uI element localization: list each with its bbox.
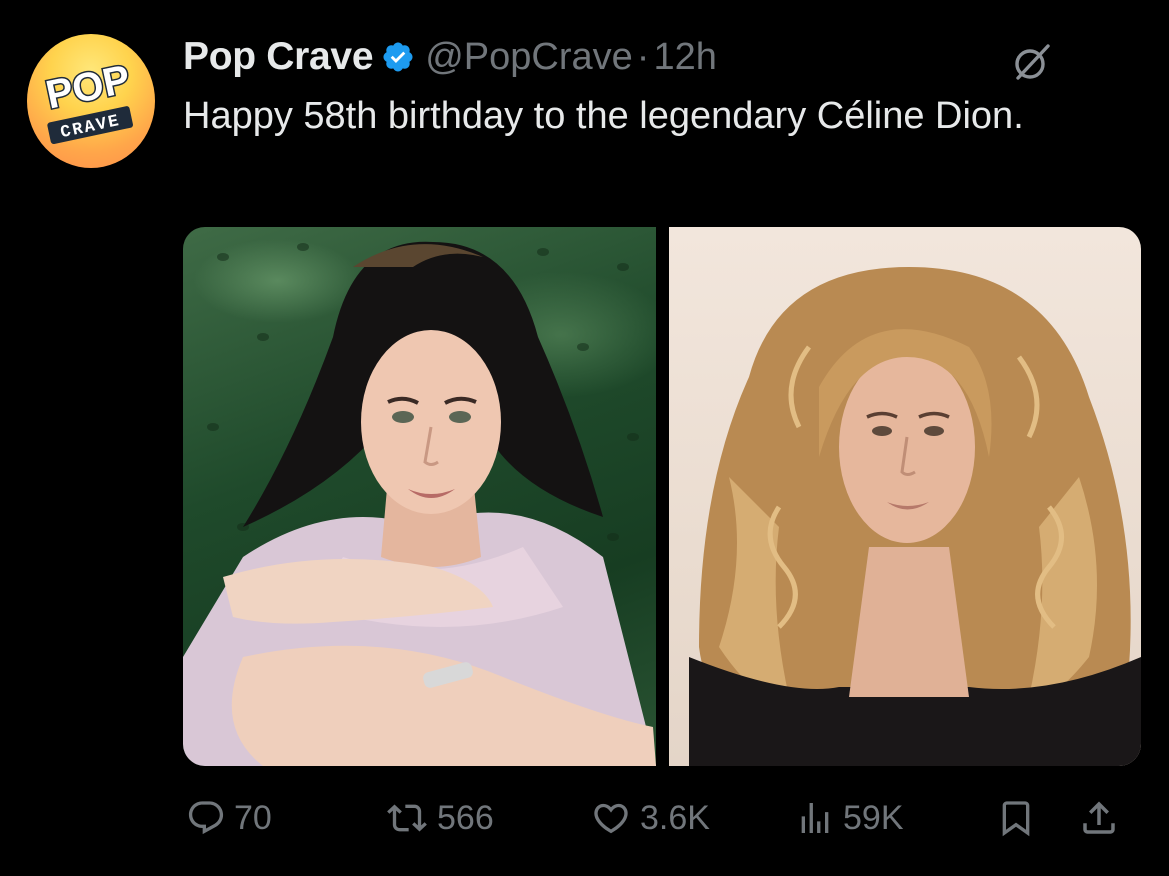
grok-icon[interactable]: [1010, 40, 1054, 84]
user-handle[interactable]: @PopCrave: [425, 36, 633, 79]
timestamp[interactable]: 12h: [653, 36, 716, 79]
tweet-actions: 70 566 3.6K 59K: [0, 796, 1169, 840]
pop-crave-logo: POP CRAVE: [41, 56, 135, 145]
bookmark-icon: [1002, 801, 1030, 837]
share-icon: [1083, 801, 1115, 834]
like-button[interactable]: 3.6K: [590, 796, 710, 840]
views-button[interactable]: 59K: [795, 796, 904, 840]
display-name[interactable]: Pop Crave: [183, 35, 374, 79]
heart-icon: [594, 803, 628, 834]
tweet-media[interactable]: [183, 227, 1141, 766]
repost-button[interactable]: 566: [385, 796, 494, 840]
separator-dot: ·: [636, 35, 650, 78]
tweet-header: Pop Crave @PopCrave · 12h: [183, 30, 717, 84]
tweet-photo-2[interactable]: [669, 227, 1141, 766]
share-button[interactable]: [1078, 796, 1120, 840]
tweet-text: Happy 58th birthday to the legendary Cél…: [183, 95, 1024, 137]
tweet-photo-1[interactable]: [183, 227, 656, 766]
repost-count: 566: [437, 798, 494, 837]
repost-icon: [387, 804, 427, 832]
bookmark-button[interactable]: [996, 796, 1036, 840]
reply-icon: [188, 801, 224, 835]
verified-badge-icon[interactable]: [381, 40, 415, 74]
views-bar-chart-icon: [801, 803, 829, 833]
views-count: 59K: [843, 798, 904, 837]
reply-count: 70: [234, 798, 272, 837]
reply-button[interactable]: 70: [186, 796, 272, 840]
profile-avatar[interactable]: POP CRAVE: [27, 34, 155, 168]
like-count: 3.6K: [640, 798, 710, 837]
